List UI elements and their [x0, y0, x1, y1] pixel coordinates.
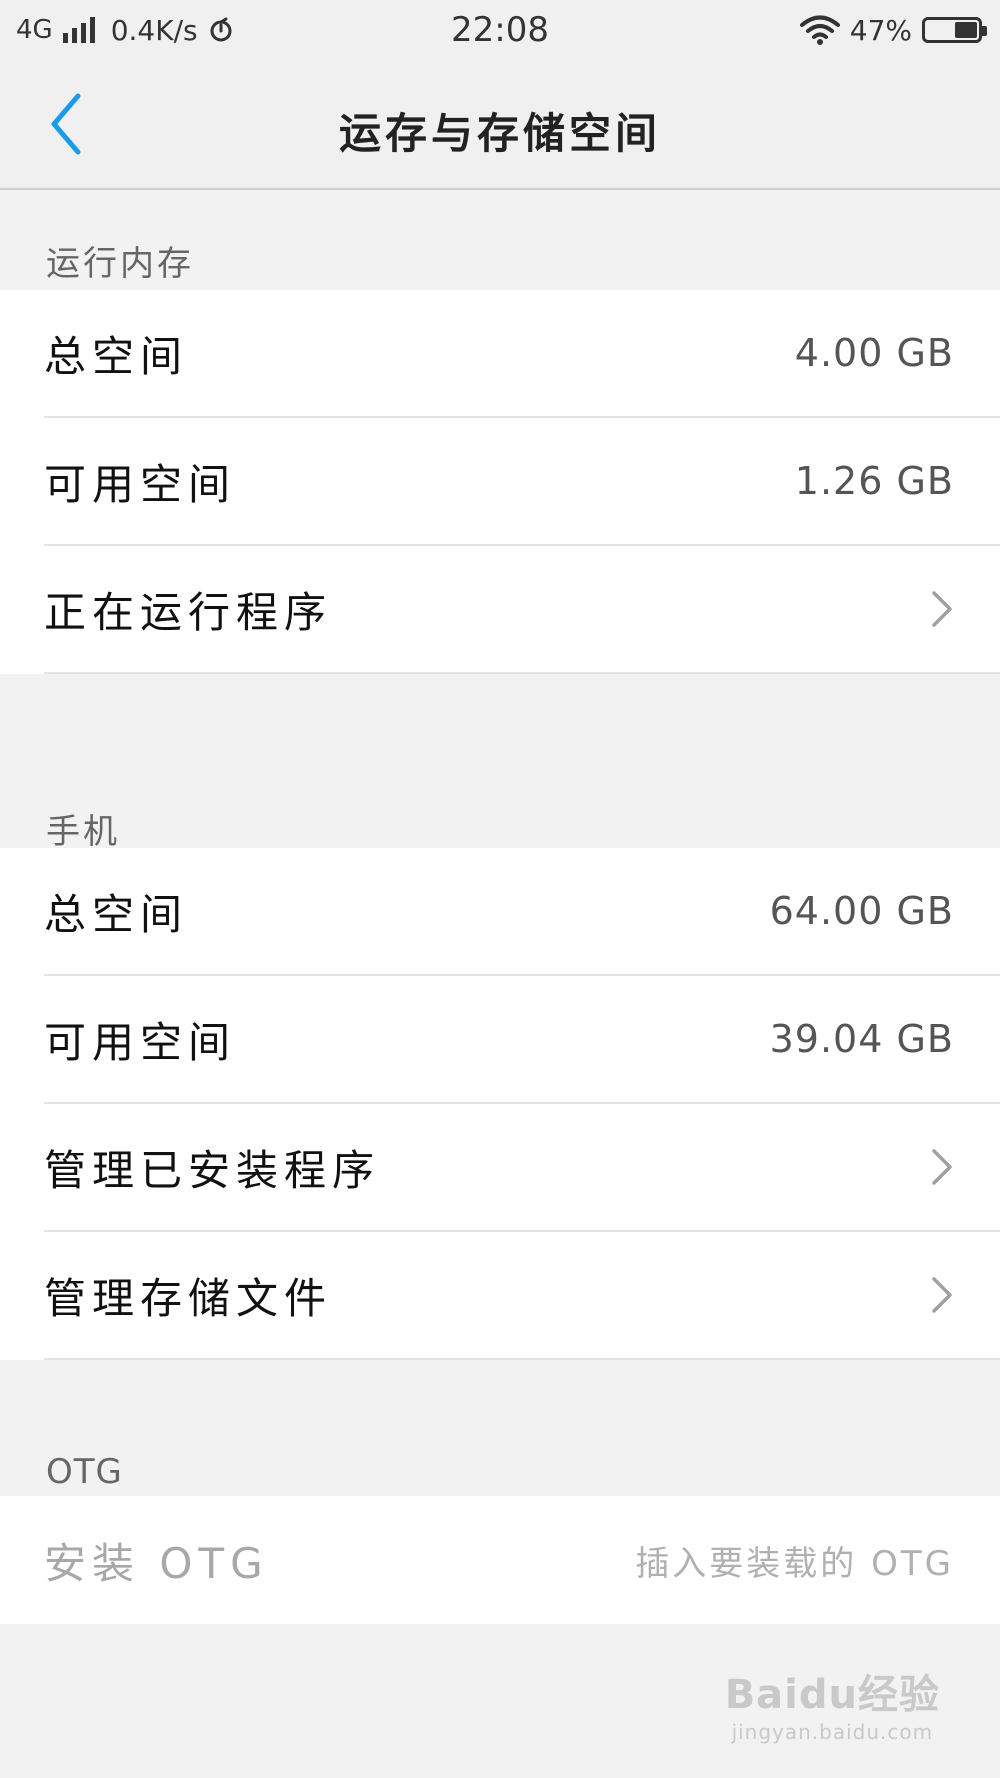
- ram-group: 总空间 4.00 GB 可用空间 1.26 GB 正在运行程序: [0, 290, 1000, 674]
- phone-total-label: 总空间: [44, 889, 189, 939]
- phone-available-row: 可用空间 39.04 GB: [44, 976, 1000, 1104]
- mount-otg-label: 安装 OTG: [44, 1538, 269, 1588]
- ram-available-row: 可用空间 1.26 GB: [44, 418, 1000, 546]
- battery-fill: [954, 22, 977, 38]
- ram-total-row: 总空间 4.00 GB: [44, 290, 1000, 418]
- running-apps-label: 正在运行程序: [44, 587, 333, 637]
- chevron-right-icon: [932, 1277, 952, 1313]
- running-apps-row[interactable]: 正在运行程序: [44, 546, 1000, 674]
- phone-storage-group: 总空间 64.00 GB 可用空间 39.04 GB 管理已安装程序 管理存储文…: [0, 848, 1000, 1360]
- watermark-logo: Baidu经验: [724, 1672, 940, 1718]
- title-bar: 运存与存储空间: [0, 60, 1000, 190]
- chevron-right-icon: [932, 1149, 952, 1185]
- chevron-right-icon: [932, 591, 952, 627]
- mount-otg-hint: 插入要装载的 OTG: [635, 1543, 954, 1584]
- manage-installed-apps-row[interactable]: 管理已安装程序: [44, 1104, 1000, 1232]
- manage-storage-files-row[interactable]: 管理存储文件: [44, 1232, 1000, 1360]
- ram-available-label: 可用空间: [44, 459, 237, 509]
- page-title: 运存与存储空间: [338, 109, 661, 158]
- section-label-ram: 运行内存: [46, 244, 194, 284]
- section-label-otg: OTG: [46, 1452, 123, 1492]
- manage-installed-apps-label: 管理已安装程序: [44, 1145, 381, 1195]
- phone-total-value: 64.00 GB: [769, 889, 954, 933]
- watermark: Baidu经验 jingyan.baidu.com: [725, 1662, 940, 1744]
- otg-group: 安装 OTG 插入要装载的 OTG: [0, 1496, 1000, 1624]
- battery-icon: [922, 17, 987, 43]
- ram-available-value: 1.26 GB: [794, 459, 954, 503]
- section-label-phone: 手机: [46, 812, 120, 852]
- phone-total-row: 总空间 64.00 GB: [44, 848, 1000, 976]
- status-bar: 4G 0.4K/s 22:08 47%: [0, 0, 1000, 60]
- status-right: 47%: [799, 12, 987, 48]
- battery-percent: 47%: [849, 13, 912, 47]
- mount-otg-row[interactable]: 安装 OTG 插入要装载的 OTG: [44, 1496, 1000, 1624]
- wifi-icon: [799, 15, 840, 45]
- ram-total-label: 总空间: [44, 331, 189, 381]
- phone-available-value: 39.04 GB: [769, 1017, 954, 1061]
- manage-storage-files-label: 管理存储文件: [44, 1273, 333, 1323]
- watermark-url: jingyan.baidu.com: [731, 1720, 934, 1744]
- phone-available-label: 可用空间: [44, 1017, 237, 1067]
- ram-total-value: 4.00 GB: [794, 331, 954, 375]
